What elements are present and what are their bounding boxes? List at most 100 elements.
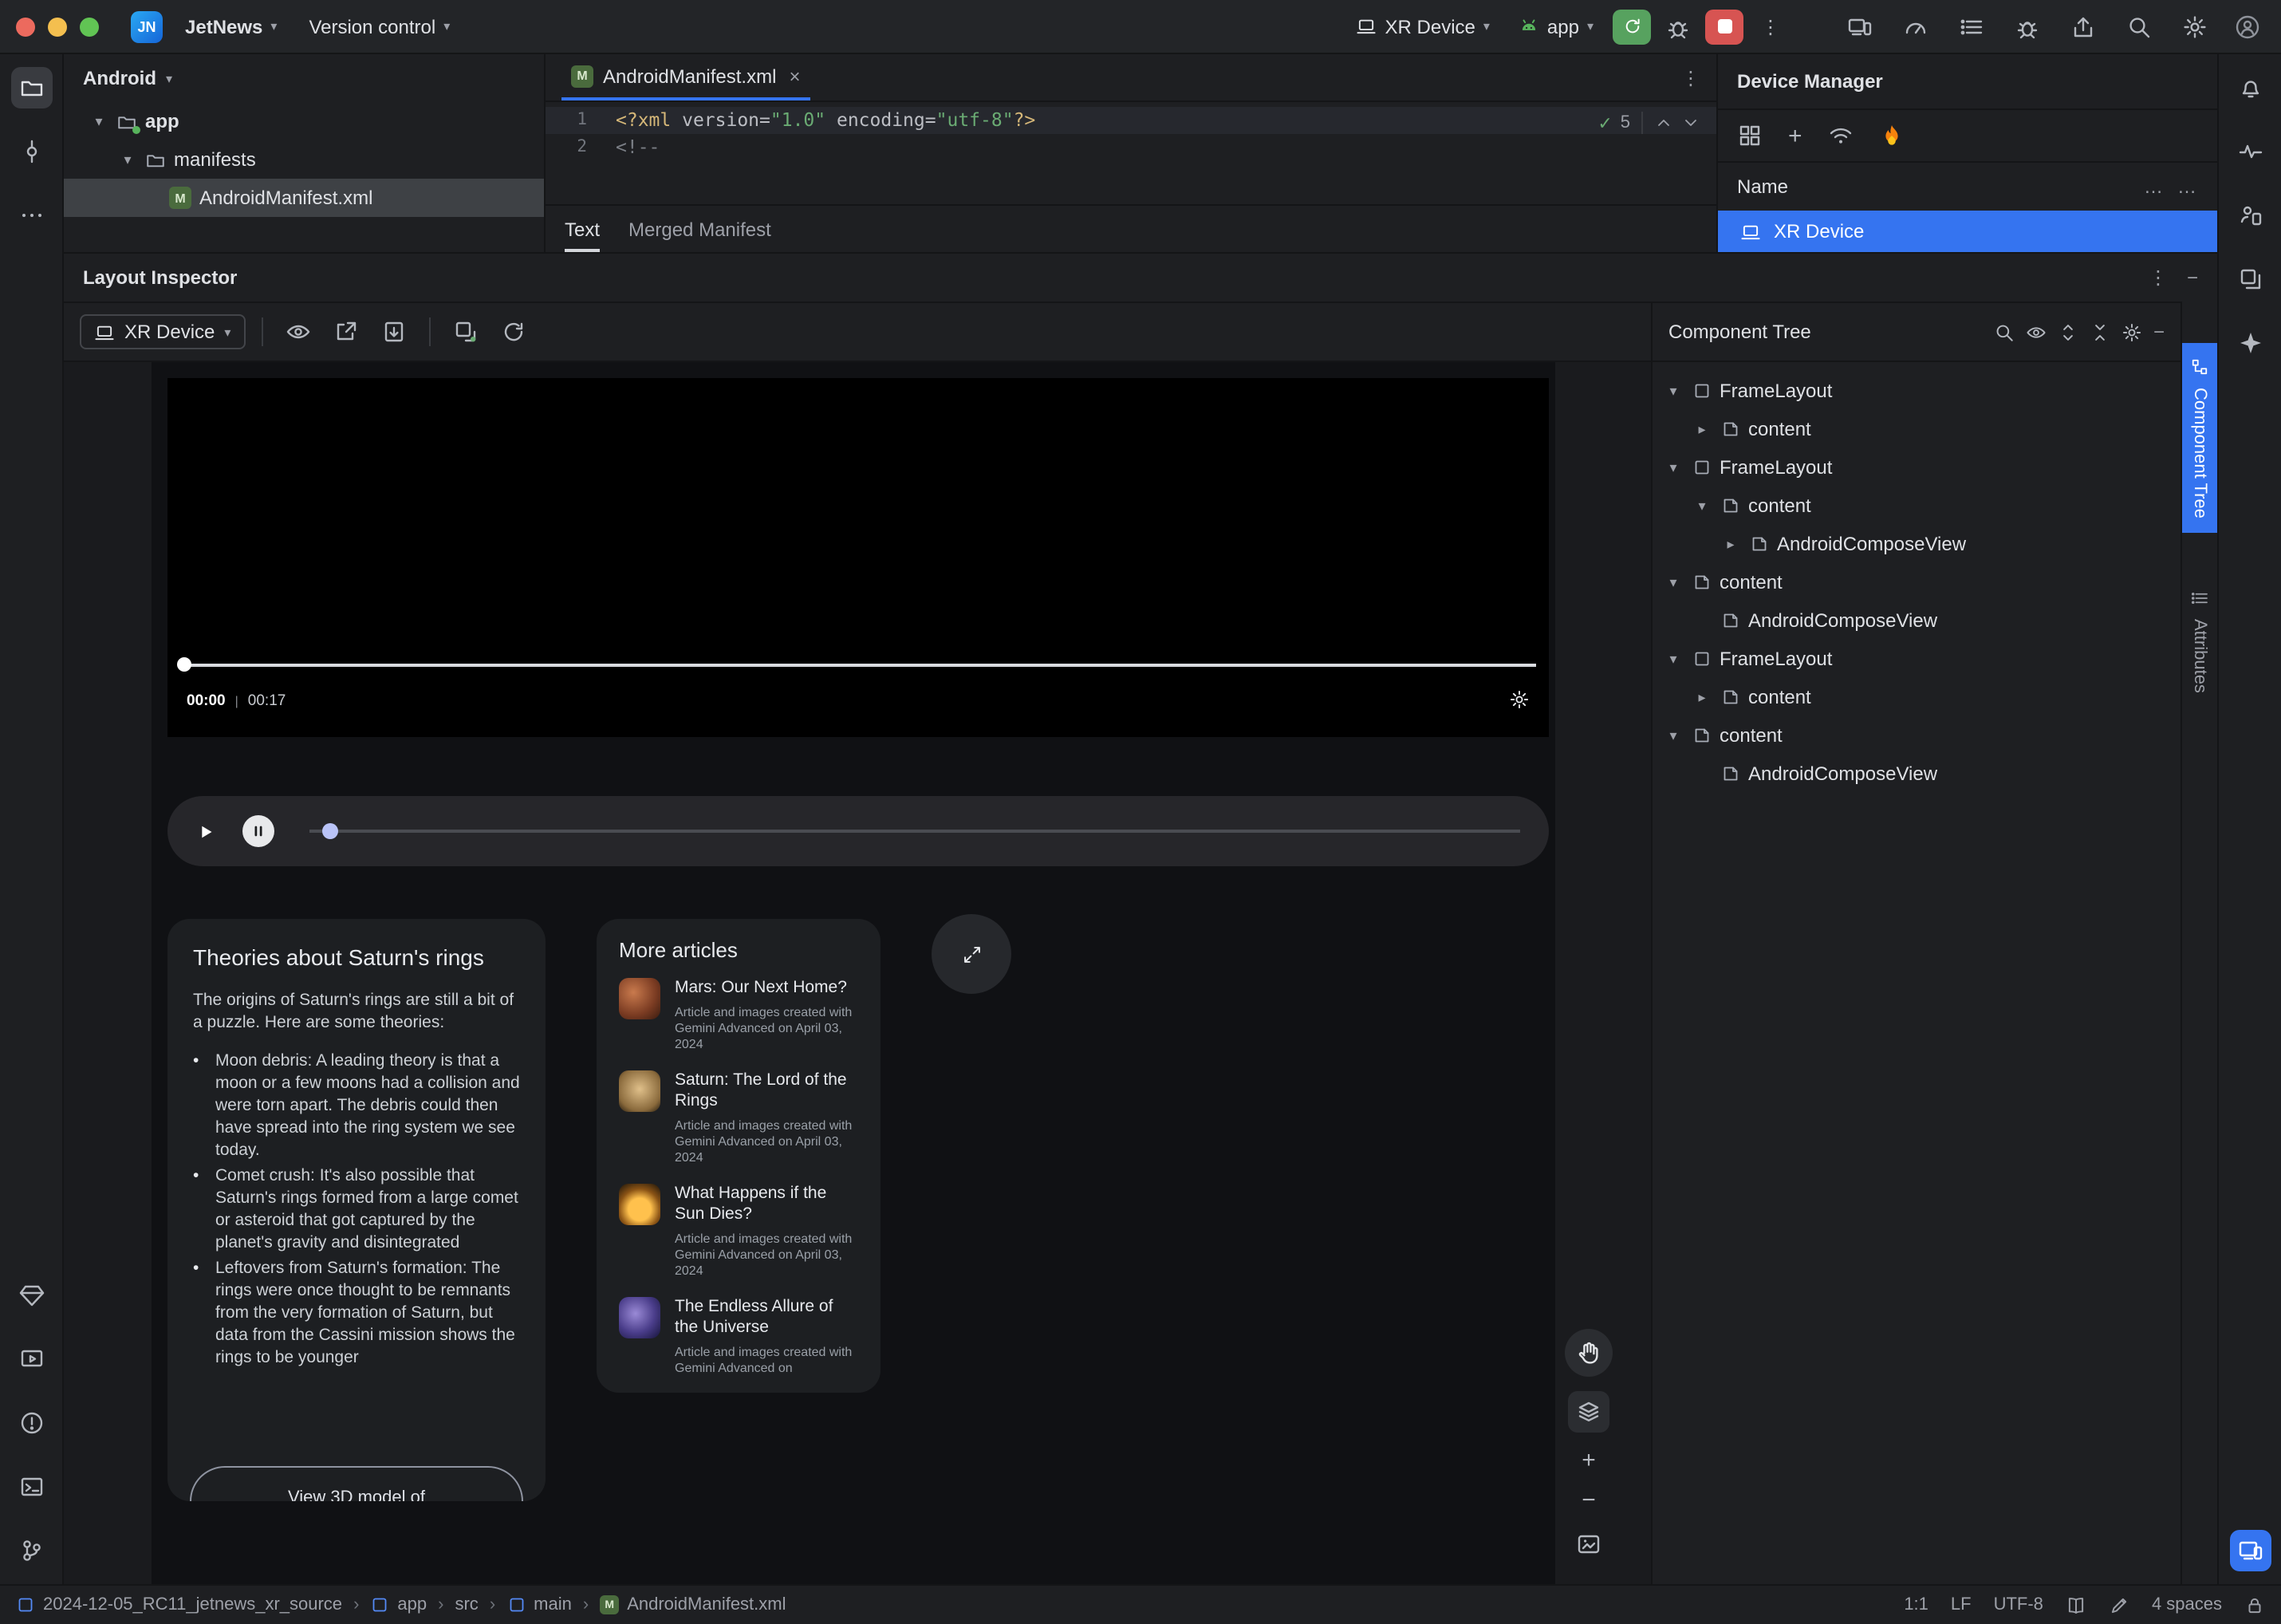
user-avatar[interactable]: [2233, 12, 2262, 41]
wifi-pairing-icon[interactable]: [1828, 123, 1854, 148]
pan-tool-button[interactable]: [1565, 1329, 1613, 1377]
panel-options-icon[interactable]: ⋮: [2149, 266, 2168, 289]
tree-row[interactable]: ▸ AndroidComposeView: [1653, 525, 2181, 563]
reader-mode-icon[interactable]: [2066, 1594, 2086, 1615]
tree-row[interactable]: ▾ content: [1653, 716, 2181, 755]
rerun-button[interactable]: [1613, 9, 1651, 44]
column-options-icon[interactable]: …: [2177, 175, 2198, 198]
zoom-to-fit-button[interactable]: [1571, 1527, 1606, 1562]
refresh-button[interactable]: [494, 313, 532, 351]
project-view-selector[interactable]: Android ▾: [64, 54, 544, 102]
editor-options-icon[interactable]: ⋮: [1681, 66, 1700, 89]
audio-player[interactable]: [167, 796, 1549, 866]
caret-down-icon[interactable]: ▾: [1662, 382, 1684, 400]
expand-3d-button[interactable]: [932, 914, 1011, 994]
profiler-toolwindow-button[interactable]: [2229, 131, 2271, 172]
export-snapshot-button[interactable]: [326, 313, 364, 351]
commit-toolwindow-button[interactable]: [10, 131, 52, 172]
problems-button[interactable]: [10, 1402, 52, 1444]
group-devices-icon[interactable]: [1737, 123, 1763, 148]
terminal-button[interactable]: [10, 1466, 52, 1508]
settings-button[interactable]: [2177, 9, 2212, 44]
3d-mode-button[interactable]: [1568, 1391, 1609, 1433]
video-settings-icon[interactable]: [1509, 689, 1530, 710]
device-manager-toolwindow-button[interactable]: [2229, 195, 2271, 236]
search-everywhere-button[interactable]: [2121, 9, 2157, 44]
column-options-icon[interactable]: …: [2144, 175, 2165, 198]
cursor-position[interactable]: 1:1: [1904, 1595, 1928, 1614]
view-3d-model-button[interactable]: View 3D model of: [190, 1466, 523, 1501]
article-item[interactable]: What Happens if the Sun Dies? Article an…: [619, 1184, 858, 1279]
project-tree-row[interactable]: ▾ app: [64, 102, 544, 140]
zoom-out-button[interactable]: −: [1582, 1486, 1596, 1513]
more-run-actions-button[interactable]: ⋮: [1753, 9, 1788, 44]
code-line[interactable]: 2 <!--: [546, 134, 1716, 161]
device-screen[interactable]: 00:00 | 00:17 Theories about Saturn's ri…: [152, 362, 1555, 1584]
breadcrumb-item[interactable]: main: [506, 1595, 572, 1614]
project-tree-row-selected[interactable]: M AndroidManifest.xml: [64, 179, 544, 217]
collapse-all-icon[interactable]: [2090, 321, 2110, 342]
minimize-window-button[interactable]: [48, 17, 67, 36]
tree-row[interactable]: ▸ content: [1653, 410, 2181, 448]
gemini-button[interactable]: [2229, 322, 2271, 364]
caret-down-icon[interactable]: ▾: [118, 151, 137, 168]
minimize-panel-icon[interactable]: −: [2187, 266, 2198, 289]
name-column-header[interactable]: Name: [1737, 175, 1788, 198]
caret-down-icon[interactable]: ▾: [1662, 574, 1684, 591]
caret-down-icon[interactable]: ▾: [1662, 459, 1684, 476]
editor-tab[interactable]: M AndroidManifest.xml ×: [561, 54, 810, 101]
video-player[interactable]: 00:00 | 00:17: [167, 378, 1549, 737]
view-options-button[interactable]: [278, 313, 317, 351]
code-line[interactable]: 1 <?xml version="1.0" encoding="utf-8"?>: [546, 107, 1716, 134]
indent-style[interactable]: 4 spaces: [2152, 1595, 2222, 1614]
running-devices-button[interactable]: [10, 1338, 52, 1380]
tree-row[interactable]: AndroidComposeView: [1653, 601, 2181, 640]
caret-down-icon[interactable]: ▾: [1691, 497, 1713, 514]
more-toolwindows-button[interactable]: [10, 195, 52, 236]
debug-button[interactable]: [1661, 9, 1696, 44]
breadcrumb-item[interactable]: src: [455, 1595, 478, 1614]
zoom-window-button[interactable]: [80, 17, 99, 36]
caret-right-icon[interactable]: ▸: [1691, 688, 1713, 706]
search-icon[interactable]: [1994, 321, 2015, 342]
close-window-button[interactable]: [16, 17, 35, 36]
notifications-button[interactable]: [2229, 67, 2271, 108]
tree-row[interactable]: ▾ content: [1653, 563, 2181, 601]
app-quality-insights-button[interactable]: [10, 1275, 52, 1316]
video-progress-handle[interactable]: [177, 657, 191, 672]
vcs-menu[interactable]: Version control ▾: [299, 10, 459, 42]
video-progress-bar[interactable]: [180, 664, 1536, 667]
project-selector[interactable]: JetNews ▾: [175, 10, 286, 42]
project-toolwindow-button[interactable]: [10, 67, 52, 108]
import-snapshot-button[interactable]: [374, 313, 412, 351]
close-tab-icon[interactable]: ×: [789, 65, 800, 87]
article-item[interactable]: Mars: Our Next Home? Article and images …: [619, 978, 858, 1053]
code-area[interactable]: 1 <?xml version="1.0" encoding="utf-8"?>…: [546, 102, 1716, 204]
breadcrumb-item[interactable]: app: [370, 1595, 427, 1614]
zoom-in-button[interactable]: +: [1582, 1446, 1596, 1473]
caret-down-icon[interactable]: ▾: [89, 112, 108, 130]
firebase-flame-icon[interactable]: [1879, 123, 1905, 148]
minimize-panel-icon[interactable]: −: [2153, 321, 2165, 343]
tree-row[interactable]: ▾ FrameLayout: [1653, 372, 2181, 410]
tree-row[interactable]: ▾ FrameLayout: [1653, 640, 2181, 678]
tab-text[interactable]: Text: [565, 206, 600, 252]
article-item[interactable]: The Endless Allure of the Universe Artic…: [619, 1297, 858, 1377]
device-explorer-button[interactable]: [2229, 258, 2271, 300]
caret-down-icon[interactable]: ▾: [1662, 650, 1684, 668]
pause-button[interactable]: [242, 815, 274, 847]
caret-down-icon[interactable]: ▾: [1662, 727, 1684, 744]
gear-icon[interactable]: [2121, 321, 2142, 342]
audio-slider[interactable]: [309, 823, 1520, 839]
process-selector[interactable]: XR Device ▾: [80, 314, 246, 349]
tab-merged-manifest[interactable]: Merged Manifest: [628, 206, 771, 252]
run-config-selector[interactable]: app ▾: [1509, 10, 1603, 42]
tab-component-tree[interactable]: Component Tree: [2182, 343, 2217, 533]
pair-devices-button[interactable]: [1842, 9, 1877, 44]
audio-slider-handle[interactable]: [322, 823, 338, 839]
article-item[interactable]: Saturn: The Lord of the Rings Article an…: [619, 1070, 858, 1166]
project-tree-row[interactable]: ▾ manifests: [64, 140, 544, 179]
structure-button[interactable]: [1954, 9, 1989, 44]
highlighting-level-icon[interactable]: [2109, 1594, 2129, 1615]
inspections-widget[interactable]: ✓ 5: [1597, 112, 1700, 134]
